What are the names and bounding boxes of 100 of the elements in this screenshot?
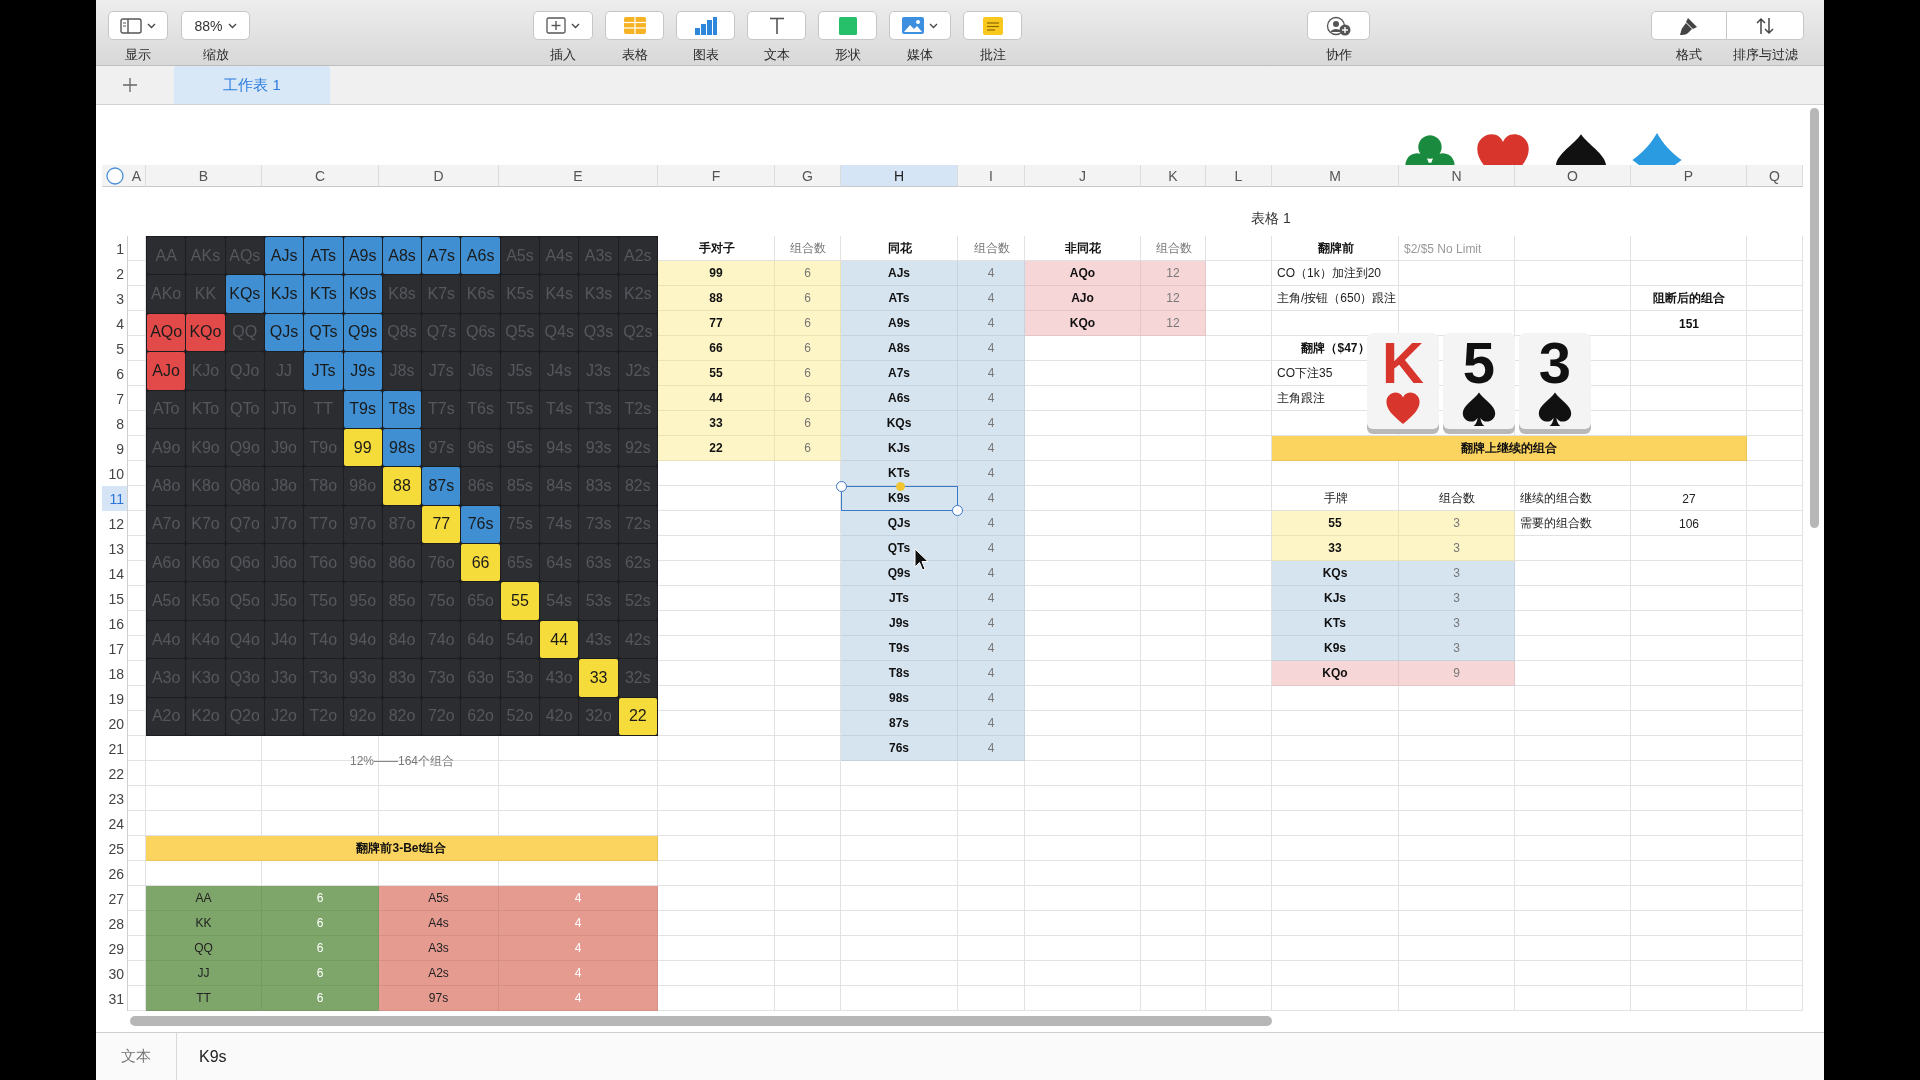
- table-cell: 4: [958, 711, 1025, 736]
- table-cell: 12: [1141, 261, 1206, 286]
- row-number[interactable]: 11: [102, 486, 128, 511]
- club-icon: [1402, 132, 1458, 165]
- hand-cell: KTs: [304, 275, 343, 313]
- row-number[interactable]: 23: [102, 786, 128, 811]
- row-number[interactable]: 28: [102, 911, 128, 936]
- cell-value-field[interactable]: K9s: [177, 1033, 1824, 1080]
- row-number[interactable]: 19: [102, 686, 128, 711]
- format-button[interactable]: [1651, 11, 1727, 40]
- row-number[interactable]: 27: [102, 886, 128, 911]
- row-number[interactable]: 2: [102, 261, 128, 286]
- column-header[interactable]: H: [841, 165, 958, 187]
- column-header[interactable]: B: [146, 165, 262, 187]
- text-button[interactable]: [747, 11, 806, 40]
- column-header[interactable]: I: [958, 165, 1025, 187]
- table-cell: 6: [262, 886, 379, 911]
- table-cell: 77: [658, 311, 775, 336]
- table-cell: A9s: [841, 311, 958, 336]
- row-number[interactable]: 15: [102, 586, 128, 611]
- table-cell-text: 组合数: [789, 240, 827, 257]
- column-header[interactable]: F: [658, 165, 775, 187]
- comment-button[interactable]: [963, 11, 1022, 40]
- hand-cell: 66: [461, 544, 500, 582]
- scrollbar-thumb[interactable]: [1810, 108, 1819, 528]
- cell-format-label[interactable]: 文本: [96, 1033, 177, 1080]
- table-cell: KK: [146, 911, 262, 936]
- table-cell: 4: [958, 436, 1025, 461]
- table-select-handle[interactable]: [105, 165, 125, 186]
- table-cell: JJ: [146, 961, 262, 986]
- row-number[interactable]: 18: [102, 661, 128, 686]
- row-number[interactable]: 14: [102, 561, 128, 586]
- sort-button[interactable]: [1727, 11, 1804, 40]
- column-header[interactable]: Q: [1747, 165, 1803, 187]
- table-cell: 4: [958, 486, 1025, 511]
- column-header[interactable]: D: [379, 165, 499, 187]
- spade-icon: [1553, 132, 1609, 165]
- row-number[interactable]: 13: [102, 536, 128, 561]
- table-cell: 4: [958, 511, 1025, 536]
- row-number[interactable]: 7: [102, 386, 128, 411]
- toolbar-label: 格式: [1676, 46, 1702, 64]
- table-cell: 4: [958, 461, 1025, 486]
- table-cell: 翻牌上继续的组合: [1272, 436, 1747, 461]
- comment-handle[interactable]: [895, 482, 905, 491]
- row-number[interactable]: 3: [102, 286, 128, 311]
- table-cell: 97s: [379, 986, 499, 1011]
- row-number[interactable]: 12: [102, 511, 128, 536]
- table-cell: AQo: [1025, 261, 1141, 286]
- table-cell: J9s: [841, 611, 958, 636]
- row-number[interactable]: 31: [102, 986, 128, 1011]
- row-number[interactable]: 24: [102, 811, 128, 836]
- table-cell: QTs: [841, 536, 958, 561]
- table-cell-text: 106: [1678, 515, 1700, 533]
- column-header[interactable]: O: [1515, 165, 1631, 187]
- hand-cell: A6s: [461, 237, 500, 275]
- row-number[interactable]: 16: [102, 611, 128, 636]
- column-header[interactable]: J: [1025, 165, 1141, 187]
- note-icon: [982, 16, 1003, 35]
- column-header[interactable]: K: [1141, 165, 1206, 187]
- row-number[interactable]: 20: [102, 711, 128, 736]
- table-cell: KQs: [841, 411, 958, 436]
- column-header[interactable]: C: [262, 165, 379, 187]
- toolbar-label: 缩放: [202, 46, 229, 64]
- collaborate-button[interactable]: [1307, 11, 1370, 40]
- row-number[interactable]: 30: [102, 961, 128, 986]
- row-number[interactable]: 17: [102, 636, 128, 661]
- insert-button[interactable]: [533, 11, 593, 40]
- row-number[interactable]: 8: [102, 411, 128, 436]
- table-cell: 4: [499, 961, 658, 986]
- hand-cell: 55: [500, 582, 540, 620]
- media-button[interactable]: [889, 11, 951, 40]
- scrollbar-thumb[interactable]: [130, 1016, 1272, 1026]
- column-header[interactable]: A: [128, 165, 146, 187]
- row-number[interactable]: 9: [102, 436, 128, 461]
- shape-button[interactable]: [818, 11, 877, 40]
- table-cell: 6: [775, 386, 841, 411]
- row-number[interactable]: 21: [102, 736, 128, 761]
- column-header[interactable]: P: [1631, 165, 1747, 187]
- column-header[interactable]: L: [1206, 165, 1272, 187]
- row-number[interactable]: 29: [102, 936, 128, 961]
- column-header[interactable]: M: [1272, 165, 1399, 187]
- zoom-dropdown[interactable]: 88%: [181, 11, 250, 40]
- row-number[interactable]: 1: [102, 236, 128, 261]
- column-header[interactable]: G: [775, 165, 841, 187]
- chart-button[interactable]: [676, 11, 735, 40]
- table-cell-text: 需要的组合数: [1519, 515, 1593, 532]
- table-cell: 4: [499, 911, 658, 936]
- table-cell: 6: [262, 911, 379, 936]
- selection-handle[interactable]: [836, 481, 847, 492]
- table-cell: A6s: [841, 386, 958, 411]
- row-number[interactable]: 5: [102, 336, 128, 361]
- selection-handle[interactable]: [952, 505, 963, 516]
- row-number[interactable]: 6: [102, 361, 128, 386]
- column-header[interactable]: E: [499, 165, 658, 187]
- row-number[interactable]: 4: [102, 311, 128, 336]
- row-number[interactable]: 26: [102, 861, 128, 886]
- view-button[interactable]: [108, 11, 168, 40]
- row-number[interactable]: 25: [102, 836, 128, 861]
- row-number[interactable]: 22: [102, 761, 128, 786]
- column-header[interactable]: N: [1399, 165, 1515, 187]
